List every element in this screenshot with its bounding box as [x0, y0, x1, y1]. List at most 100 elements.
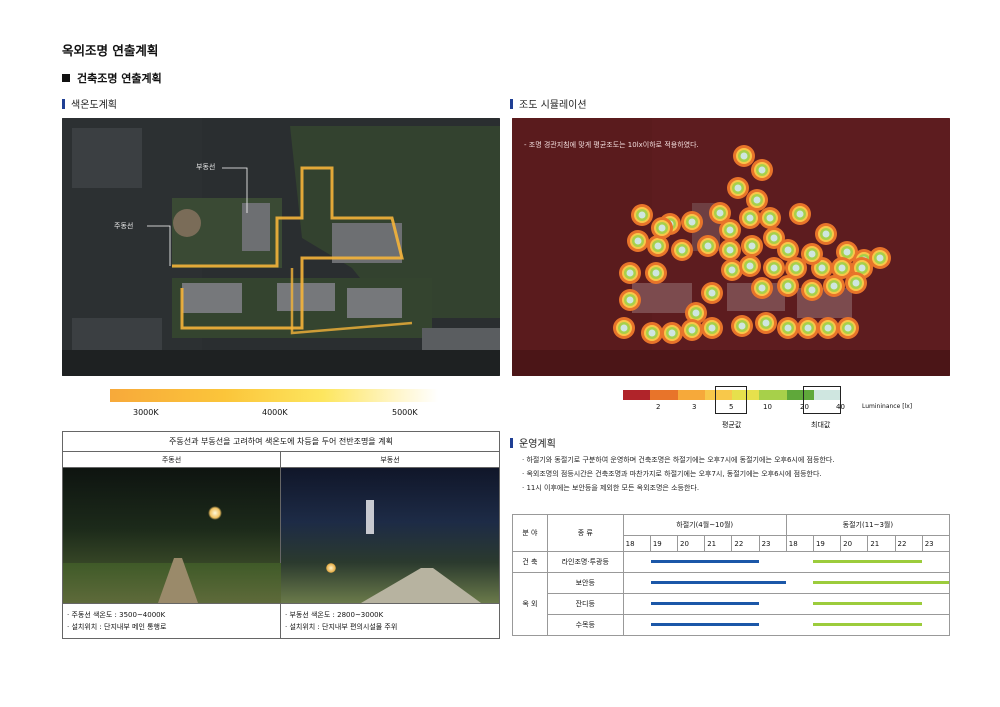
legend-num-10: 10: [763, 403, 772, 411]
hour-cell: 22: [731, 535, 760, 552]
light-pool-circle: [843, 248, 851, 256]
legend-num-3: 3: [692, 403, 697, 411]
summer-schedule-bar: [650, 602, 760, 605]
color-temp-heading: 색온도계획: [62, 96, 117, 111]
light-pool-circle: [734, 184, 742, 192]
site-plan-night-image: 부동선 주동선: [62, 118, 500, 376]
light-pool-circle: [748, 242, 756, 250]
gantt-cell: [622, 551, 951, 573]
legend-num-40: 40: [836, 403, 845, 411]
schedule-row: 수목등: [513, 614, 951, 636]
winter-schedule-bar: [813, 560, 922, 563]
schedule-row: 건 축 라인조명·투광등: [512, 551, 951, 573]
light-pool-circle: [770, 234, 778, 242]
light-pool-circle: [784, 246, 792, 254]
light-pool-circle: [808, 286, 816, 294]
light-pool-circle: [708, 324, 716, 332]
header-summer: 하절기(4월~10월): [622, 514, 787, 536]
lighting-plan-box-title: 주동선과 부동선을 고려하여 색온도에 차등을 두어 전반조명을 계획: [63, 432, 499, 452]
main-route-note-1: · 주동선 색온도 : 3500~4000K: [67, 611, 166, 619]
light-pool-circle: [658, 224, 666, 232]
light-pool-circle: [852, 279, 860, 287]
gantt-cell: [622, 593, 951, 615]
main-route-label: 주동선: [114, 222, 134, 230]
light-pool-circle: [740, 152, 748, 160]
gantt-cell: [622, 614, 951, 636]
operation-note-3: · 11시 이후에는 보안등을 제외한 모든 옥외조명은 소등한다.: [522, 484, 700, 492]
hour-cell: 20: [840, 535, 869, 552]
section-title: 건축조명 연출계획: [62, 70, 162, 86]
light-pool-circle: [770, 264, 778, 272]
hour-cell: 22: [894, 535, 923, 552]
light-pool-circle: [626, 269, 634, 277]
sub-route-note-1: · 부동선 색온도 : 2800~3000K: [285, 611, 384, 619]
light-pool-circle: [648, 329, 656, 337]
lighting-plan-box: 주동선과 부동선을 고려하여 색온도에 차등을 두어 전반조명을 계획 주동선 …: [62, 431, 500, 639]
lighting-schedule-table: 분 야 종 류 하절기(4월~10월) 동절기(11~3월) 18 19 20 21 2…: [512, 514, 951, 636]
light-pool-circle: [758, 284, 766, 292]
sub-route-note-2: · 설치위치 : 단지내부 편의시설물 주위: [285, 623, 398, 631]
light-pool-circle: [746, 262, 754, 270]
color-temp-heading-text: 색온도계획: [71, 100, 117, 111]
column-sub-route: 부동선: [380, 455, 400, 464]
sub-route-label: 부동선: [196, 163, 216, 171]
site-plan-illustration: [62, 118, 500, 376]
light-pool-circle: [726, 226, 734, 234]
light-pool-circle: [726, 246, 734, 254]
light-pool-circle: [838, 264, 846, 272]
heading-bar-icon: [510, 98, 513, 109]
summer-schedule-bar: [650, 581, 787, 584]
light-pool-circle: [668, 329, 676, 337]
row-label: 라인조명·투광등: [546, 551, 624, 573]
light-pool-circle: [688, 326, 696, 334]
light-pool-circle: [858, 264, 866, 272]
simulation-plot: [512, 118, 950, 376]
light-pool-circle: [876, 254, 884, 262]
main-route-note-2: · 설치위치 : 단지내부 메인 통행로: [67, 623, 167, 631]
page-title: 옥외조명 연출계획: [62, 43, 159, 58]
light-pool-circle: [692, 309, 700, 317]
light-pool-circle: [708, 289, 716, 297]
gradient-label-4000k: 4000K: [262, 408, 288, 417]
light-pool-circle: [762, 319, 770, 327]
light-pool-circle: [753, 196, 761, 204]
legend-num-20: 20: [800, 403, 809, 411]
illuminance-heading: 조도 시뮬레이션: [510, 96, 587, 111]
light-pool-circle: [626, 296, 634, 304]
light-pool-circle: [796, 210, 804, 218]
light-pool-circle: [716, 209, 724, 217]
light-pool-circle: [728, 266, 736, 274]
gantt-cell: [622, 572, 951, 594]
light-pool-circle: [654, 242, 662, 250]
operation-heading: 운영계획: [510, 435, 556, 450]
summer-schedule-bar: [650, 560, 760, 563]
summer-schedule-bar: [650, 623, 760, 626]
row-label: 잔디등: [546, 593, 624, 615]
light-pool-circle: [830, 282, 838, 290]
legend-num-5: 5: [729, 403, 734, 411]
light-pool-circle: [818, 264, 826, 272]
gradient-label-3000k: 3000K: [133, 408, 159, 417]
sub-route-photo: [281, 468, 499, 603]
light-pool-circle: [766, 214, 774, 222]
winter-schedule-bar: [813, 602, 922, 605]
category-building: 건 축: [512, 551, 548, 573]
light-pool-circle: [678, 246, 686, 254]
operation-note-1: · 하절기와 동절기로 구분하여 운영하며 건축조명은 하절기에는 오후7시에 …: [522, 456, 835, 464]
row-label: 보안등: [546, 572, 624, 594]
square-bullet-icon: [62, 74, 70, 82]
light-pool-circle: [784, 324, 792, 332]
schedule-row: 옥 외 보안등: [512, 572, 951, 636]
legend-color-swatch: [623, 390, 651, 400]
header-winter: 동절기(11~3월): [785, 514, 951, 536]
legend-max-label: 최대값: [811, 421, 831, 429]
light-pool-circle: [804, 324, 812, 332]
legend-unit: Lumininance [lx]: [862, 403, 913, 410]
heading-bar-icon: [510, 437, 513, 448]
legend-color-swatch: [759, 390, 787, 400]
legend-num-2: 2: [656, 403, 661, 411]
light-pool-circle: [638, 211, 646, 219]
illuminance-heading-text: 조도 시뮬레이션: [519, 100, 587, 111]
simulation-note: - 조명 경관지침에 맞게 평균조도는 10lx이하로 적용하였다.: [524, 141, 699, 149]
gradient-label-5000k: 5000K: [392, 408, 418, 417]
